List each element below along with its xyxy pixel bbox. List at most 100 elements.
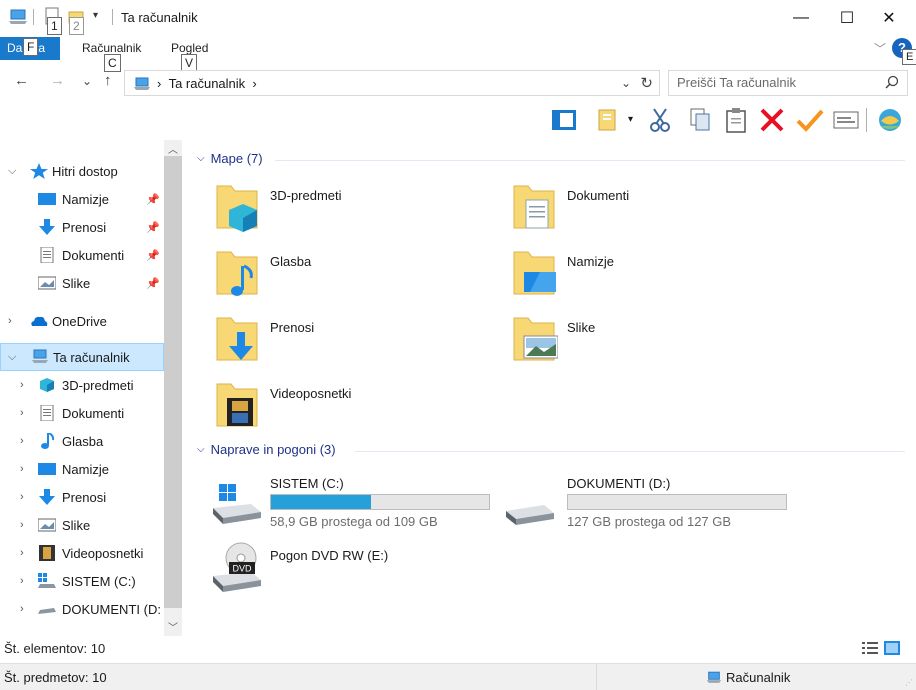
drive-tile-dvd[interactable]: DVD Pogon DVD RW (E:) [185, 542, 475, 602]
folder-tile-music[interactable]: Glasba [185, 248, 475, 308]
tile-label: DOKUMENTI (D:) [567, 476, 671, 491]
nav-label: Videoposnetki [62, 545, 144, 561]
nav-item-downloads[interactable]: Prenosi 📌 [0, 214, 164, 240]
nav-item-pictures[interactable]: Slike 📌 [0, 270, 164, 296]
chevron-down-icon[interactable]: ▾ [628, 114, 633, 125]
drive-tile-system[interactable]: SISTEM (C:) 58,9 GB prostega od 109 GB [185, 470, 490, 530]
pin-icon[interactable]: 📌 [146, 221, 160, 234]
paste-button[interactable] [722, 106, 750, 134]
address-row: ← → ⌄ ↑ › Ta računalnik › ⌄ ↻ [0, 68, 916, 98]
chevron-right-icon[interactable]: › [8, 315, 12, 327]
nav-item-documents[interactable]: Dokumenti 📌 [0, 242, 164, 268]
folder-tile-downloads[interactable]: Prenosi [185, 314, 475, 374]
nav-label: DOKUMENTI (D: [62, 601, 161, 617]
nav-scrollbar[interactable]: ︿ ﹀ [164, 140, 182, 636]
recent-locations-button[interactable]: ⌄ [82, 74, 92, 88]
chevron-right-icon[interactable]: › [20, 575, 24, 587]
navigation-pane-icon [552, 110, 576, 130]
chevron-down-icon[interactable]: ⌵ [8, 351, 16, 364]
large-icons-view-icon[interactable] [884, 641, 900, 655]
nav-item-onedrive[interactable]: › OneDrive [0, 308, 164, 334]
tile-label: SISTEM (C:) [270, 476, 344, 491]
search-icon[interactable] [885, 75, 899, 89]
divider [275, 160, 905, 161]
nav-item-desktop[interactable]: Namizje 📌 [0, 186, 164, 212]
nav-item-videos[interactable]: › Videoposnetki [0, 540, 164, 566]
music-icon [41, 433, 55, 449]
chevron-down-icon[interactable]: ⌵ [197, 444, 205, 455]
nav-item-documents[interactable]: › Dokumenti [0, 400, 164, 426]
chevron-right-icon[interactable]: › [20, 463, 24, 475]
chevron-down-icon[interactable]: ⌵ [197, 153, 205, 164]
network-button[interactable] [876, 106, 904, 134]
details-view-icon[interactable] [862, 641, 878, 655]
layout-icon [598, 109, 616, 131]
cut-button[interactable] [646, 106, 674, 134]
breadcrumb-this-pc[interactable]: Ta računalnik [169, 76, 246, 91]
scroll-down-icon[interactable]: ﹀ [168, 619, 178, 634]
dvd-badge: DVD [232, 564, 252, 574]
chevron-right-icon[interactable]: › [20, 379, 24, 391]
customize-qat-icon[interactable]: ▾ [93, 10, 98, 21]
nav-item-quick-access[interactable]: ⌵ Hitri dostop [0, 158, 164, 184]
properties-button[interactable] [832, 106, 860, 134]
nav-label: Namizje [62, 461, 109, 477]
folder-tile-documents[interactable]: Dokumenti [482, 182, 772, 242]
refresh-button[interactable]: ↻ [640, 74, 653, 92]
nav-item-system-drive[interactable]: › SISTEM (C:) [0, 568, 164, 594]
pin-icon[interactable]: 📌 [146, 277, 160, 290]
download-icon [39, 219, 55, 235]
search-input[interactable] [677, 75, 877, 90]
group-header-folders[interactable]: ⌵ Mape (7) [197, 151, 263, 166]
navigation-pane-button[interactable] [550, 106, 578, 134]
address-bar[interactable]: › Ta računalnik › ⌄ ↻ [124, 70, 660, 96]
chevron-right-icon[interactable]: › [20, 435, 24, 447]
close-button[interactable]: ✕ [866, 0, 912, 36]
minimize-button[interactable]: — [778, 0, 824, 36]
back-button[interactable]: ← [14, 72, 29, 89]
breadcrumb[interactable]: › Ta računalnik › [157, 76, 257, 91]
nav-label: 3D-predmeti [62, 377, 134, 393]
nav-item-this-pc[interactable]: ⌵ Ta računalnik [0, 343, 164, 371]
folder-tile-videos[interactable]: Videoposnetki [185, 380, 475, 440]
chevron-right-icon[interactable]: › [20, 491, 24, 503]
computer-icon[interactable] [8, 9, 28, 25]
folder-tile-pictures[interactable]: Slike [482, 314, 772, 374]
nav-item-desktop[interactable]: › Namizje [0, 456, 164, 482]
forward-button[interactable]: → [50, 72, 65, 89]
folder-tile-3d-objects[interactable]: 3D-predmeti [185, 182, 475, 242]
pin-icon[interactable]: 📌 [146, 249, 160, 262]
folder-3d-objects-icon [216, 185, 258, 232]
folder-tile-desktop[interactable]: Namizje [482, 248, 772, 308]
nav-item-downloads[interactable]: › Prenosi [0, 484, 164, 510]
nav-item-data-drive[interactable]: › DOKUMENTI (D: [0, 596, 164, 622]
layout-button[interactable] [594, 106, 622, 134]
copy-button[interactable] [686, 106, 714, 134]
rename-button[interactable] [796, 106, 824, 134]
group-header-label: Naprave in pogoni (3) [210, 442, 336, 457]
hard-drive-icon [506, 505, 554, 525]
up-button[interactable]: ↑ [104, 72, 112, 89]
drive-tile-data[interactable]: DOKUMENTI (D:) 127 GB prostega od 127 GB [482, 470, 787, 530]
scroll-up-icon[interactable]: ︿ [168, 141, 178, 156]
group-header-drives[interactable]: ⌵ Naprave in pogoni (3) [197, 442, 336, 457]
search-box[interactable] [668, 70, 908, 96]
nav-item-music[interactable]: › Glasba [0, 428, 164, 454]
nav-item-pictures[interactable]: › Slike [0, 512, 164, 538]
expand-ribbon-icon[interactable]: ﹀ [874, 40, 886, 57]
maximize-button[interactable]: ☐ [824, 0, 870, 36]
chevron-right-icon[interactable]: › [20, 407, 24, 419]
scroll-thumb[interactable] [164, 156, 182, 608]
address-dropdown-icon[interactable]: ⌄ [621, 76, 631, 90]
pin-icon[interactable]: 📌 [146, 193, 160, 206]
chevron-right-icon[interactable]: › [20, 603, 24, 615]
delete-button[interactable] [758, 106, 786, 134]
chevron-right-icon[interactable]: › [20, 519, 24, 531]
keytip-file: F [23, 38, 39, 56]
chevron-down-icon[interactable]: ⌵ [8, 165, 16, 178]
chevron-right-icon[interactable]: › [20, 547, 24, 559]
nav-item-3d-objects[interactable]: › 3D-predmeti [0, 372, 164, 398]
title-bar: 1 2 ▾ Ta računalnik — ☐ ✕ [0, 0, 916, 36]
group-header-label: Mape (7) [210, 151, 263, 166]
resize-grip-icon[interactable]: ⋰ [905, 678, 913, 687]
